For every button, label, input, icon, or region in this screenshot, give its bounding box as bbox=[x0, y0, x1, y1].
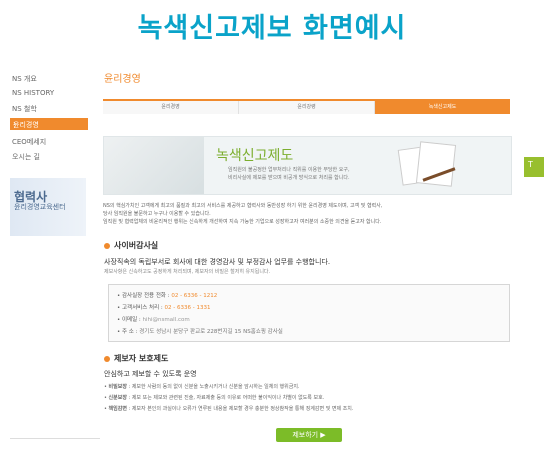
sidebar-item-ns-history[interactable]: NS HISTORY bbox=[12, 89, 54, 97]
side-tab-label: T bbox=[528, 160, 533, 169]
sidebar-divider bbox=[10, 438, 100, 439]
side-tab[interactable]: T bbox=[524, 157, 544, 177]
sidebar-item-directions[interactable]: 오시는 길 bbox=[12, 152, 40, 162]
audit-note: 제보사항은 신속하고도 공정하게 처리되며, 제보자의 비밀은 철저히 유지됩니… bbox=[104, 269, 271, 275]
contact-phone-audit: • 감사실장 전용 전화 : 02 - 6336 - 1212 bbox=[117, 293, 218, 299]
page-title: 윤리경영 bbox=[104, 74, 141, 85]
contact-email[interactable]: • 이메일 : hihi@nsmall.com bbox=[117, 315, 190, 323]
sidebar-item-ns-overview[interactable]: NS 개요 bbox=[12, 74, 37, 84]
contact-address: • 주 소 : 경기도 성남시 분당구 판교로 228번지길 15 NS홈쇼핑 … bbox=[117, 329, 283, 335]
tab-bar: 윤리경영 윤리강령 녹색신고제도 bbox=[103, 99, 510, 114]
contact-info-box: • 감사실장 전용 전화 : 02 - 6336 - 1212 • 고객서비스 … bbox=[108, 284, 510, 342]
sidebar-item-ceo-message[interactable]: CEO메세지 bbox=[12, 137, 46, 147]
protect-item: • 책임감면 : 제보자 본인의 과실이나 오류가 연루된 내용을 제보할 경우… bbox=[104, 406, 354, 412]
audit-subheading: 사장직속의 독립부서로 회사에 대한 경영감사 및 부정감사 업무를 수행합니다… bbox=[104, 258, 331, 266]
sidebar-item-ns-philosophy[interactable]: NS 철학 bbox=[12, 104, 37, 114]
chevron-right-icon: › bbox=[13, 119, 17, 128]
protect-item: • 신분보장 : 제보 또는 제보와 관련된 진술, 자료제출 등의 이유로 어… bbox=[104, 395, 325, 401]
sidebar-item-ethics-active[interactable]: 윤리경영 › bbox=[10, 118, 88, 130]
banner-description-line: 임직원의 불공정한 업무처리나 직위를 이용한 부당한 요구, bbox=[228, 167, 350, 173]
section-bullet-icon bbox=[104, 356, 110, 362]
banner-description-line: 비리사실에 제보를 받으며 비공개 방식으로 처리를 합니다. bbox=[228, 175, 350, 181]
protect-item: • 비밀보장 : 제보한 사람의 동의 없이 신분을 노출시키거나 신분을 암시… bbox=[104, 384, 300, 390]
documents-illustration bbox=[394, 141, 464, 189]
overlay-title: 녹색신고제보 화면예시 bbox=[137, 13, 407, 44]
tab-green-report[interactable]: 녹색신고제도 bbox=[375, 101, 510, 114]
intro-text: 임직원 및 협력업체의 비윤리적인 행위는 신속하게 개선하여 지속 가능한 기… bbox=[103, 219, 382, 225]
hero-banner: 녹색신고제도 임직원의 불공정한 업무처리나 직위를 이용한 부당한 요구, 비… bbox=[103, 136, 512, 195]
banner-city-image bbox=[104, 137, 204, 194]
report-button[interactable]: 제보하기 ▶ bbox=[276, 428, 342, 442]
tab-code-of-ethics[interactable]: 윤리강령 bbox=[239, 101, 375, 114]
contact-phone-service: • 고객서비스 처리 : 02 - 6336 - 1331 bbox=[117, 305, 211, 311]
protect-subheading: 안심하고 제보할 수 있도록 운영 bbox=[104, 370, 197, 378]
tab-ethics[interactable]: 윤리경영 bbox=[103, 101, 239, 114]
partner-subtitle: 윤리경영교육센터 bbox=[14, 203, 66, 211]
audit-heading: 사이버감사실 bbox=[114, 241, 159, 250]
intro-text: 당사 임직원을 불문하고 누구나 이용할 수 있습니다. bbox=[103, 211, 211, 217]
protect-heading: 제보자 보호제도 bbox=[114, 354, 169, 363]
intro-text: NS의 핵심가치인 고객에게 최고의 품질과 최고의 서비스를 제공하고 협력사… bbox=[103, 203, 383, 209]
banner-headline: 녹색신고제도 bbox=[216, 148, 294, 164]
section-bullet-icon bbox=[104, 243, 110, 249]
